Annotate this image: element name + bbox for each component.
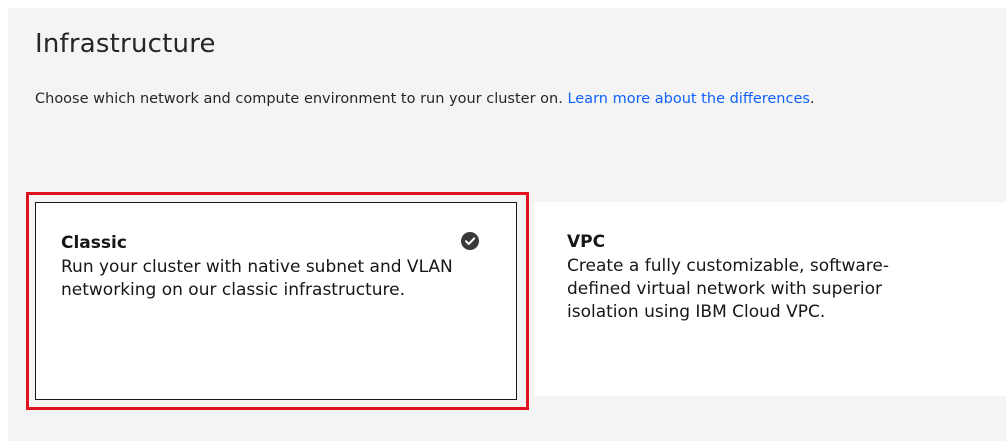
infrastructure-section: Infrastructure Choose which network and … (8, 8, 1006, 441)
vpc-option-description: Create a fully customizable, software-de… (567, 256, 889, 322)
description-text: Choose which network and compute environ… (35, 91, 568, 107)
learn-more-link[interactable]: Learn more about the differences (567, 91, 810, 107)
section-title: Infrastructure (35, 29, 216, 59)
selection-highlight-frame (26, 192, 529, 410)
description-suffix: . (809, 91, 815, 107)
section-description: Choose which network and compute environ… (35, 86, 865, 113)
vpc-option-title: VPC (567, 232, 606, 252)
vpc-option-tile[interactable]: VPC Create a fully customizable, softwar… (534, 202, 1006, 396)
